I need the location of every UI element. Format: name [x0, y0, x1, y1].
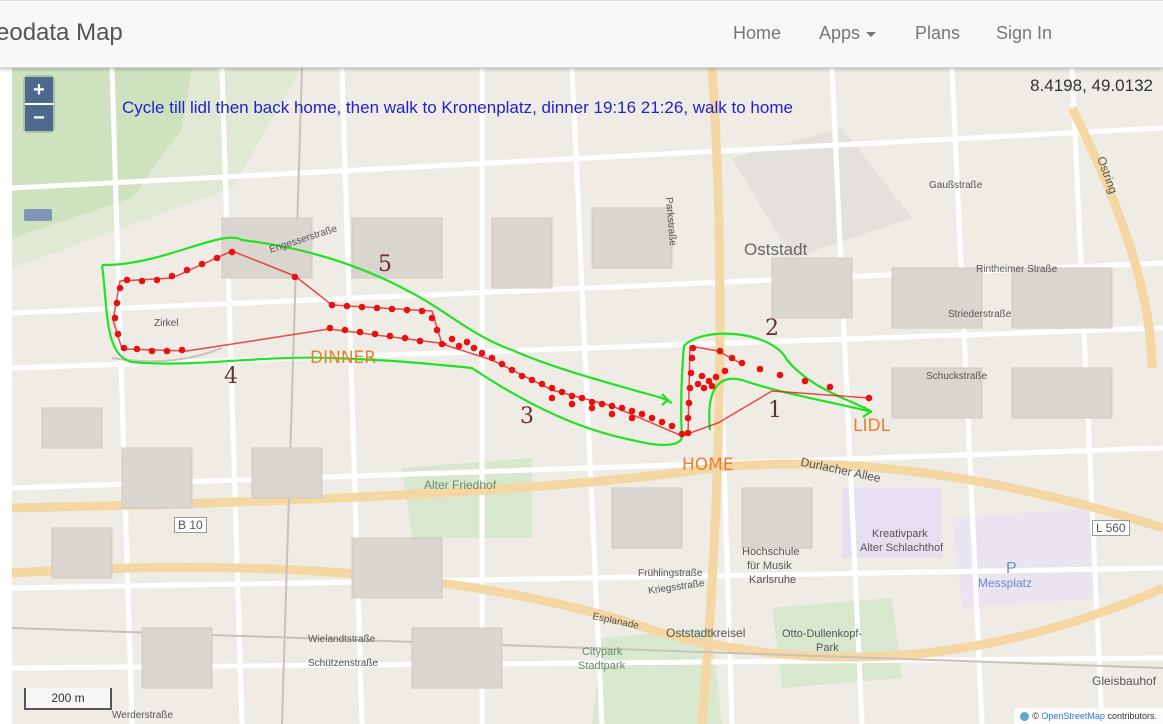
label-park: Park [816, 642, 839, 654]
label-karlsruhe: Karlsruhe [749, 574, 797, 586]
label-kreativpark: Kreativpark [872, 528, 928, 540]
label-dinner: DINNER [310, 348, 377, 368]
label-alter-friedhof: Alter Friedhof [424, 478, 497, 492]
label-schuckstrasse: Schuckstraße [926, 371, 988, 382]
zoom-in-button[interactable]: + [25, 77, 53, 103]
parking-icon: P [1006, 560, 1017, 577]
label-schuetzenstrasse: Schützenstraße [308, 658, 379, 669]
label-gleisbauhof: Gleisbauhof [1092, 674, 1157, 688]
label-werderstrasse: Werderstraße [112, 710, 173, 721]
nav-signin-link[interactable]: Sign In [996, 23, 1052, 44]
label-zirkel: Zirkel [154, 318, 179, 329]
label-home: HOME [682, 455, 734, 475]
navbar: eodata Map Home Apps Plans Sign In [0, 0, 1163, 68]
attribution-suffix: contributors. [1107, 711, 1157, 721]
zoom-slider-handle[interactable] [24, 209, 52, 221]
label-messplatz: Messplatz [978, 576, 1033, 590]
label-wielandtstrasse: Wielandtstraße [308, 634, 376, 645]
cursor-coordinates: 8.4198, 49.0132 [1030, 76, 1153, 95]
nav-apps-label: Apps [819, 23, 861, 43]
map-view[interactable]: Oststadt Alter Friedhof Durlacher Allee … [12, 68, 1163, 724]
label-fuer-musik: für Musik [747, 560, 792, 572]
nav-home-link[interactable]: Home [733, 23, 781, 44]
zoom-out-button[interactable]: − [25, 103, 53, 131]
label-rintheimer-strasse: Rintheimer Straße [976, 264, 1058, 275]
map-tiles [12, 68, 1163, 724]
attribution-prefix: © [1032, 711, 1039, 721]
label-oststadt: Oststadt [744, 240, 808, 259]
track-description: Cycle till lidl then back home, then wal… [122, 98, 793, 117]
label-lidl: LIDL [853, 416, 891, 436]
map-attribution: © OpenStreetMap contributors. [1014, 708, 1163, 724]
label-hochschule: Hochschule [742, 546, 800, 558]
caret-down-icon [866, 31, 877, 37]
label-otto-dullenkopf: Otto-Dullenkopf- [782, 628, 863, 640]
info-icon[interactable] [1020, 712, 1030, 722]
label-l560: L 560 [1092, 520, 1130, 536]
brand-title[interactable]: eodata Map [0, 19, 123, 47]
label-b10: B 10 [174, 517, 207, 533]
label-oststadtkreisel: Oststadtkreisel [666, 626, 746, 640]
label-alter-schlachthof: Alter Schlachthof [860, 542, 944, 554]
label-striederstrasse: Striederstraße [948, 309, 1012, 320]
annotation-number-4: 4 [224, 364, 238, 389]
label-gaussstrasse: Gaußstraße [929, 180, 983, 191]
label-stadtpark: Stadtpark [578, 660, 626, 672]
scale-bar: 200 m [24, 688, 112, 710]
nav-plans-link[interactable]: Plans [915, 23, 960, 44]
zoom-control: + − [25, 77, 53, 131]
label-fruehlingstrasse: Frühlingstraße [638, 568, 703, 579]
annotation-number-2: 2 [765, 316, 779, 341]
annotation-number-5: 5 [378, 252, 392, 277]
openstreetmap-link[interactable]: OpenStreetMap [1041, 711, 1105, 721]
annotation-number-3: 3 [520, 404, 534, 429]
nav-apps-dropdown[interactable]: Apps [819, 23, 877, 44]
label-citypark: Citypark [582, 646, 623, 658]
annotation-number-1: 1 [768, 398, 782, 423]
